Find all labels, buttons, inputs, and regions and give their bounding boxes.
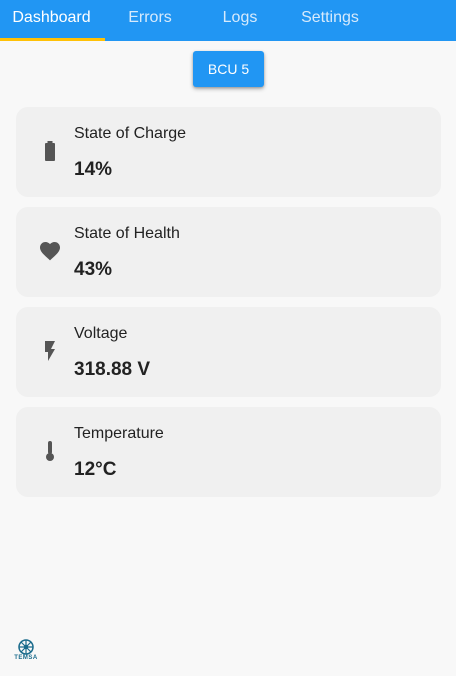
state-of-charge-card: State of Charge 14%	[16, 107, 441, 197]
logo-text: TEMSA	[14, 655, 38, 661]
thermometer-icon	[38, 439, 62, 463]
voltage-card: Voltage 318.88 V	[16, 307, 441, 397]
temperature-label: Temperature	[74, 425, 164, 442]
heart-icon	[38, 239, 62, 263]
tab-logs[interactable]: Logs	[195, 0, 285, 38]
tab-bar: Dashboard Errors Logs Settings	[0, 0, 456, 41]
tab-settings[interactable]: Settings	[285, 0, 375, 38]
state-of-health-card: State of Health 43%	[16, 207, 441, 297]
temperature-card: Temperature 12°C	[16, 407, 441, 497]
tab-indicator	[0, 38, 105, 41]
tab-dashboard[interactable]: Dashboard	[0, 0, 103, 38]
state-of-health-label: State of Health	[74, 225, 180, 242]
app-root: Dashboard Errors Logs Settings BCU 5 Sta…	[0, 0, 456, 676]
state-of-health-value: 43%	[74, 259, 113, 280]
device-select-button[interactable]: BCU 5	[193, 51, 264, 87]
battery-icon	[38, 139, 62, 163]
voltage-label: Voltage	[74, 325, 128, 342]
state-of-charge-label: State of Charge	[74, 125, 187, 142]
temsa-logo: TEMSA	[10, 638, 42, 664]
voltage-value: 318.88 V	[74, 359, 151, 380]
state-of-charge-value: 14%	[74, 159, 113, 180]
lightning-bolt-icon	[38, 339, 62, 363]
tab-errors[interactable]: Errors	[105, 0, 195, 38]
temperature-value: 12°C	[74, 459, 117, 480]
